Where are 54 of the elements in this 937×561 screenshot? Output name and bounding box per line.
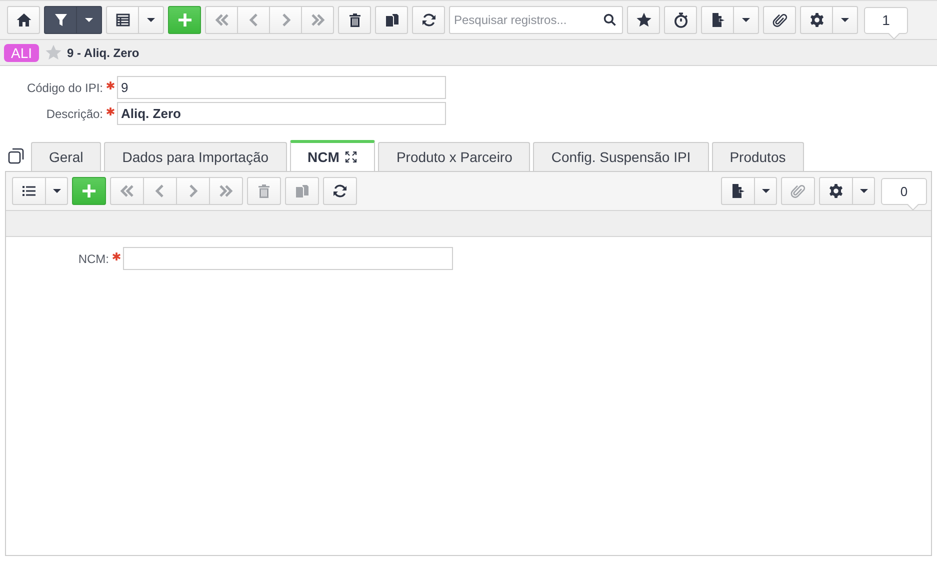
double-chevron-right-icon <box>310 12 326 28</box>
plus-icon <box>176 12 192 28</box>
text-field[interactable] <box>123 247 453 270</box>
gear-icon <box>828 183 844 199</box>
double-chevron-left-icon <box>119 183 135 199</box>
search-icon[interactable] <box>603 13 617 27</box>
copy-icon <box>384 12 400 28</box>
tab[interactable]: Produtos <box>712 142 804 171</box>
text-field[interactable]: 9 <box>117 76 446 99</box>
paperclip-icon <box>772 12 788 28</box>
tab[interactable]: Produto x Parceiro <box>378 142 530 171</box>
caret-icon <box>52 189 60 193</box>
tab[interactable]: Geral <box>31 142 102 171</box>
record-count: 0 <box>881 178 927 204</box>
tab[interactable]: Config. Suspensão IPI <box>533 142 709 171</box>
plus-icon <box>81 183 97 199</box>
trash-icon <box>346 12 362 28</box>
double-chevron-right-icon <box>218 183 234 199</box>
caret-icon <box>860 189 868 193</box>
copy-icon[interactable] <box>8 148 24 164</box>
list-icon <box>21 183 37 199</box>
gear-icon <box>808 12 824 28</box>
double-chevron-left-icon <box>214 12 230 28</box>
field-label: Descrição: <box>45 106 103 120</box>
filter-icon <box>52 12 68 28</box>
field-label: NCM: <box>77 252 109 266</box>
refresh-icon <box>420 12 436 28</box>
caret-icon <box>742 18 750 22</box>
tab[interactable]: Dados para Importação <box>104 142 287 171</box>
paperclip-icon <box>790 183 806 199</box>
trash-icon <box>256 183 272 199</box>
table-icon <box>114 12 130 28</box>
module-badge: ALI <box>4 44 40 62</box>
caret-icon <box>841 18 849 22</box>
home-icon <box>16 12 32 28</box>
tab[interactable]: NCM <box>290 140 376 171</box>
record-count: 1 <box>864 6 908 34</box>
refresh-icon <box>332 183 348 199</box>
expand-icon[interactable] <box>345 151 358 163</box>
caret-icon <box>147 18 155 22</box>
toolbar-button[interactable] <box>44 6 77 34</box>
file-export-icon <box>710 12 726 28</box>
caret-icon <box>762 189 770 193</box>
star-icon[interactable] <box>45 44 62 61</box>
caret-icon <box>85 18 93 22</box>
record-title: 9 - Aliq. Zero <box>67 46 140 60</box>
star-icon <box>636 12 652 28</box>
field-label: Código do IPI: <box>26 80 103 94</box>
copy-icon <box>294 183 310 199</box>
stopwatch-icon <box>672 12 688 28</box>
text-field[interactable]: Aliq. Zero <box>117 102 446 125</box>
file-export-icon <box>730 183 746 199</box>
search-field[interactable]: Pesquisar registros... <box>449 6 623 34</box>
dropdown-button[interactable] <box>76 6 102 34</box>
